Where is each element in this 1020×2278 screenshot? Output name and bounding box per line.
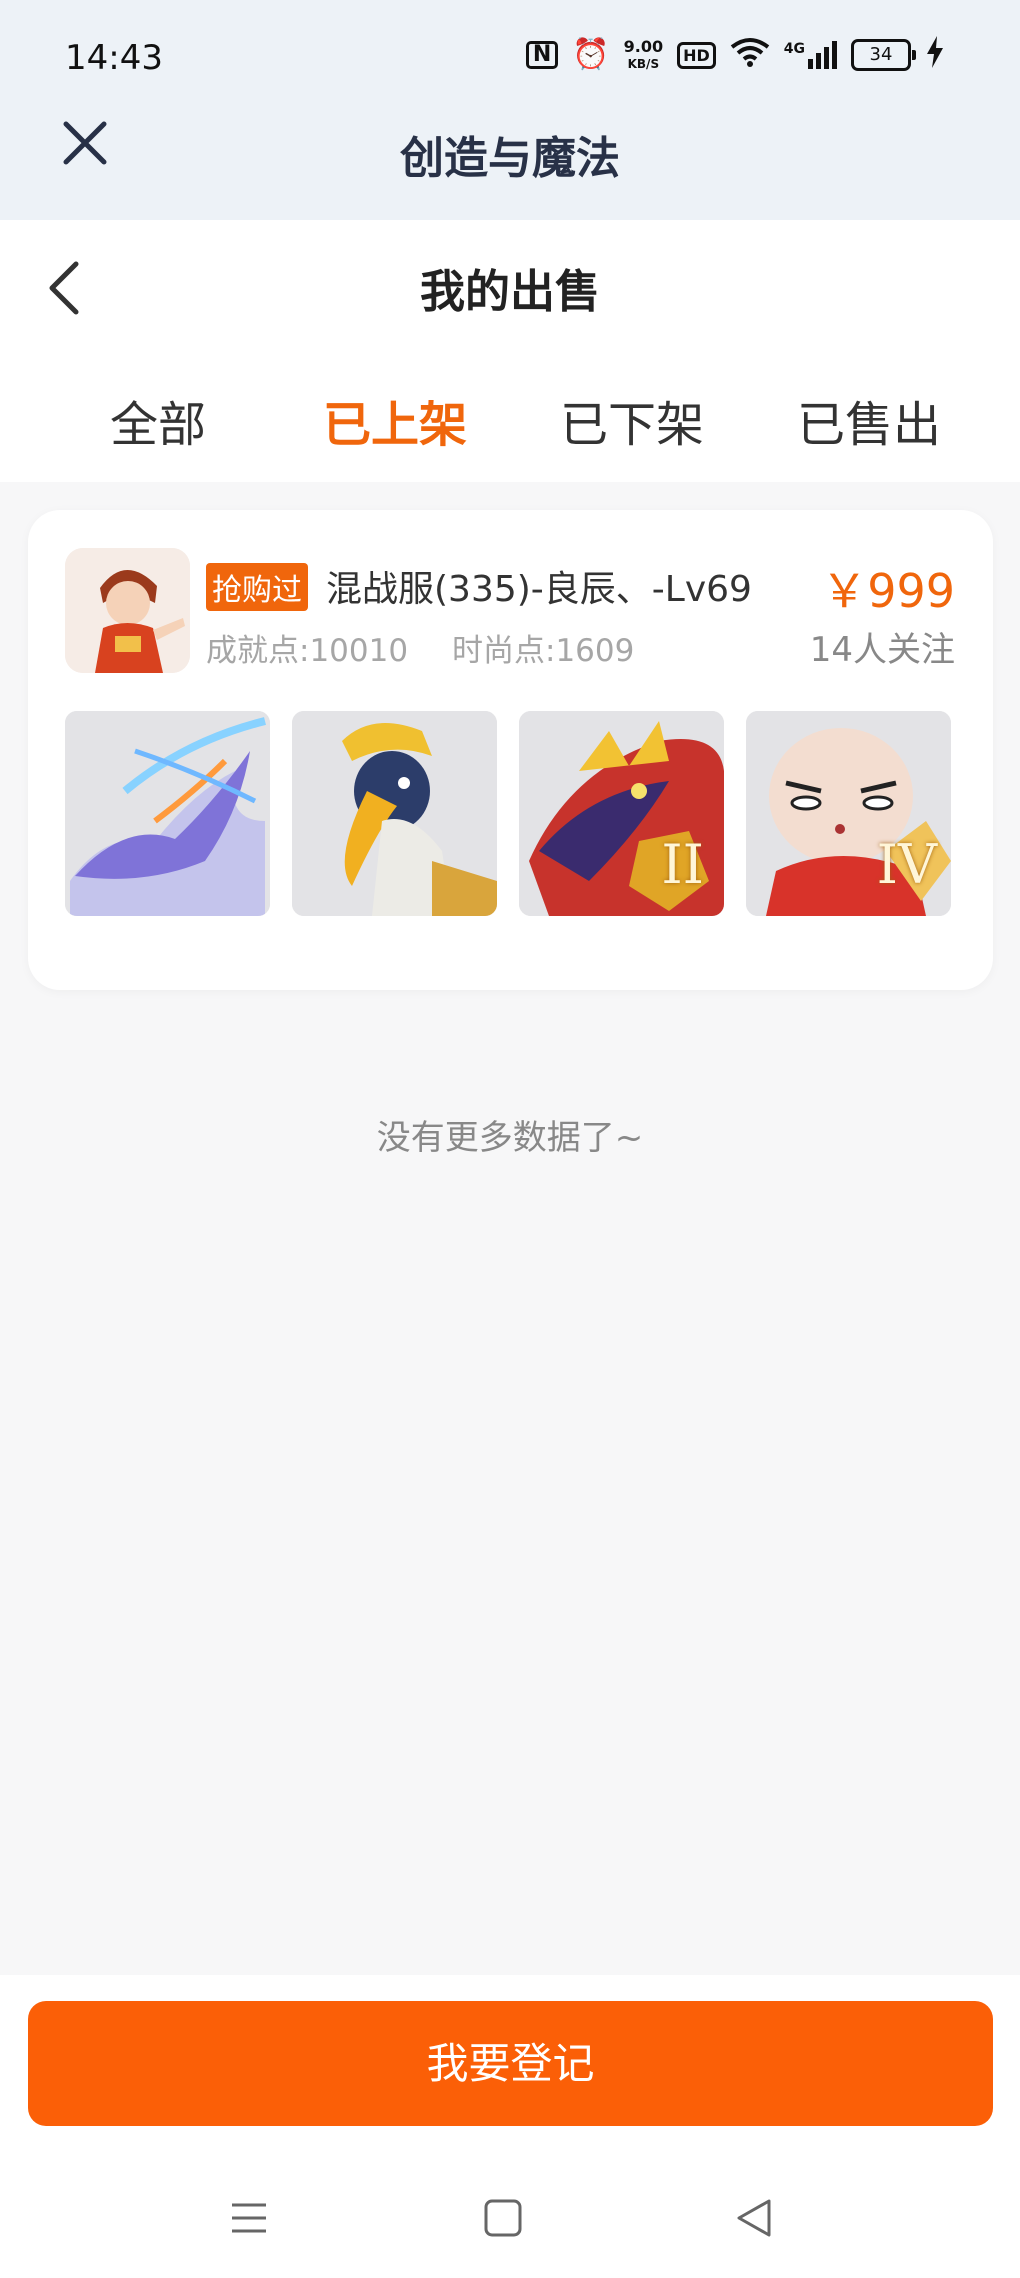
- network-type: 4G: [783, 41, 805, 57]
- character-avatar: [65, 548, 190, 673]
- hornbill-bird-icon[interactable]: [292, 711, 497, 916]
- net-speed-unit: KB/S: [627, 56, 660, 71]
- status-time: 14:43: [65, 38, 163, 78]
- no-more-data-text: 没有更多数据了~: [376, 1118, 644, 1158]
- tab-delisted[interactable]: 已下架: [560, 385, 704, 455]
- tier-label: II: [661, 833, 704, 896]
- register-button[interactable]: 我要登记: [28, 2001, 993, 2126]
- tab-sold[interactable]: 已售出: [797, 385, 941, 455]
- fashion-points: 时尚点:1609: [452, 633, 635, 669]
- hd-icon: HD: [677, 41, 716, 69]
- status-icons: N ⏰ 9.00 KB/S HD 4G 34: [525, 36, 945, 74]
- wifi-icon: [730, 37, 770, 73]
- listing-price: ￥999: [821, 564, 955, 618]
- charging-icon: [925, 36, 945, 74]
- snapped-badge: 抢购过: [206, 563, 308, 611]
- nfc-icon: N: [525, 41, 559, 69]
- net-speed: 9.00 KB/S: [623, 36, 664, 72]
- tab-listed[interactable]: 已上架: [323, 385, 467, 455]
- app-title: 创造与魔法: [400, 133, 620, 184]
- tier-label: IV: [876, 833, 937, 896]
- battery-icon: 34: [851, 39, 916, 71]
- alarm-icon: ⏰: [572, 37, 610, 72]
- bald-cartoon-character-icon[interactable]: IV: [746, 711, 951, 916]
- blue-dragon-mount-icon[interactable]: [65, 711, 270, 916]
- followers-count: 14人关注: [809, 630, 955, 670]
- net-speed-value: 9.00: [623, 36, 664, 56]
- listing-name: 混战服(335)-良辰、-Lv69: [326, 569, 752, 610]
- gold-red-dragon-icon[interactable]: II: [519, 711, 724, 916]
- page-title: 我的出售: [419, 265, 600, 318]
- signal-icon: 4G: [784, 41, 837, 69]
- menu-nav-icon[interactable]: [228, 2197, 270, 2239]
- home-nav-icon[interactable]: [482, 2197, 524, 2239]
- back-nav-icon[interactable]: [733, 2197, 775, 2239]
- achievement-points: 成就点:10010: [206, 633, 409, 669]
- tab-all[interactable]: 全部: [110, 385, 206, 455]
